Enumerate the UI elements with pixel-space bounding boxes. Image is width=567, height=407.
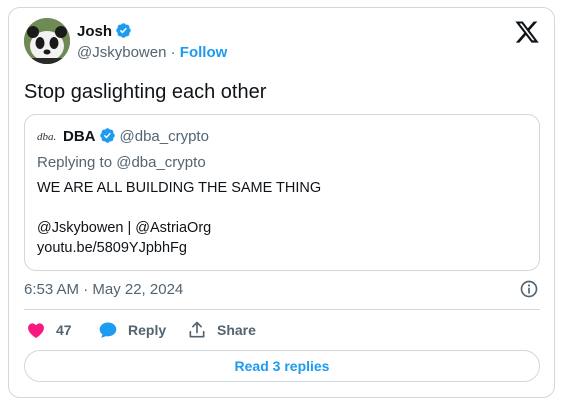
quote-link[interactable]: youtu.be/5809YJpbhFg xyxy=(37,238,187,258)
author-name-row[interactable]: Josh xyxy=(77,22,132,41)
quote-replying-to: Replying to @dba_crypto xyxy=(37,154,206,171)
read-replies-button[interactable]: Read 3 replies xyxy=(24,350,540,382)
like-count: 47 xyxy=(56,322,72,338)
quote-mentions-line: @Jskybowen | @AstriaOrg xyxy=(37,220,212,236)
tweet-timestamp[interactable]: 6:53 AM · May 22, 2024 xyxy=(24,280,183,300)
quote-author-row: DBA @dba_crypto xyxy=(63,127,209,147)
avatar[interactable] xyxy=(24,18,70,64)
author-handle[interactable]: @Jskybowen xyxy=(77,44,166,61)
x-logo-icon[interactable] xyxy=(514,19,540,45)
share-icon xyxy=(189,321,205,338)
author-handle-line: @Jskybowen · Follow xyxy=(77,44,227,62)
quote-author-name[interactable]: DBA xyxy=(63,128,96,145)
like-button[interactable]: 47 xyxy=(26,319,72,341)
separator-dot: · xyxy=(170,44,176,61)
share-button[interactable]: Share xyxy=(187,319,256,341)
reply-button[interactable]: Reply xyxy=(98,319,166,341)
tweet-text: Stop gaslighting each other xyxy=(24,81,267,103)
follow-button[interactable]: Follow xyxy=(180,44,228,61)
divider xyxy=(24,309,540,310)
info-icon[interactable] xyxy=(519,279,539,299)
quoted-tweet[interactable]: dba. DBA @dba_crypto Replying to @dba_cry… xyxy=(24,114,540,271)
quote-text-line: WE ARE ALL BUILDING THE SAME THING xyxy=(37,180,322,196)
heart-icon xyxy=(28,323,44,338)
verified-badge-icon xyxy=(99,128,115,143)
quote-author-handle: @dba_crypto xyxy=(119,128,209,145)
quote-avatar[interactable]: dba. xyxy=(37,131,56,143)
share-label: Share xyxy=(217,322,256,338)
reply-label: Reply xyxy=(128,322,167,338)
tweet-card: Josh @Jskybowen · Follow Stop gaslightin… xyxy=(8,7,555,398)
verified-badge-icon xyxy=(116,23,131,38)
reply-bubble-icon xyxy=(99,322,117,338)
author-name[interactable]: Josh xyxy=(77,23,112,40)
